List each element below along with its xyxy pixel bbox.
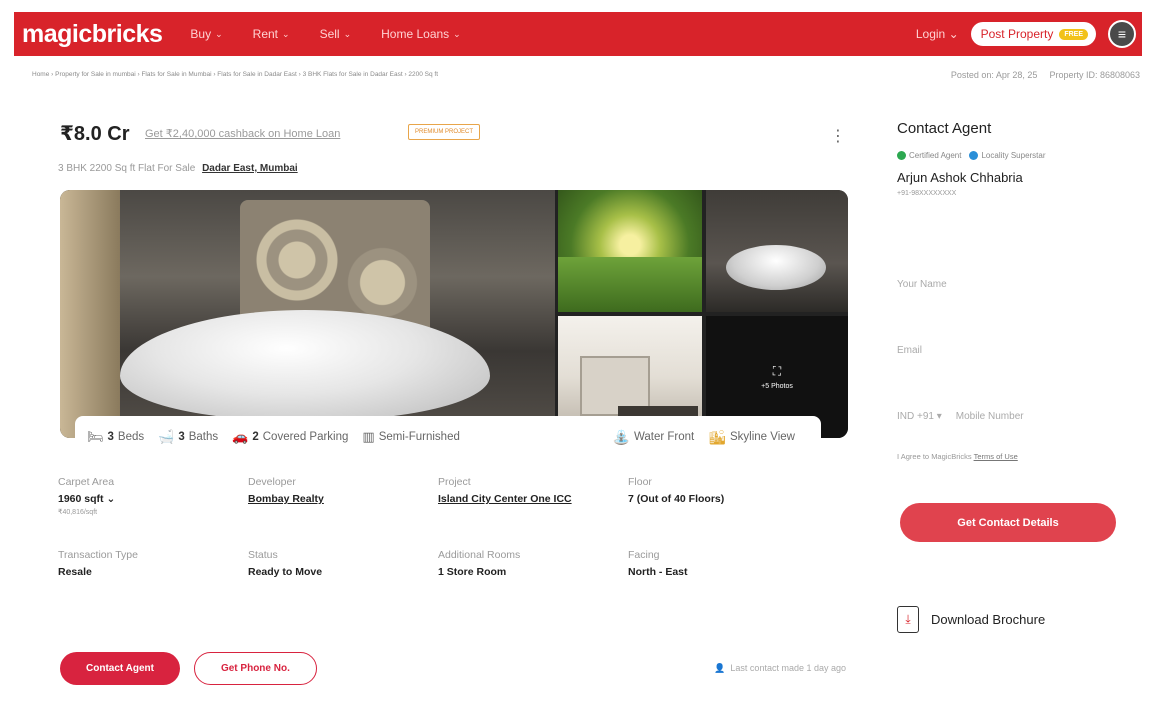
chevron-down-icon: ⌄ xyxy=(343,28,352,39)
water-icon: ⛲ xyxy=(612,428,630,445)
listing-actions: Contact Agent Get Phone No. 👤 Last conta… xyxy=(60,648,846,688)
developer-link[interactable]: Bombay Realty xyxy=(248,493,438,505)
status: Status Ready to Move xyxy=(248,549,323,578)
photo-gallery: ⛶ +5 Photos xyxy=(60,190,848,438)
login-link[interactable]: Login ⌄ xyxy=(916,27,959,41)
agent-phone: +91-98XXXXXXXX xyxy=(897,190,957,197)
project: Project Island City Center One ICC xyxy=(438,476,628,516)
additional-rooms: Additional Rooms 1 Store Room xyxy=(438,549,521,578)
last-contact-info: 👤 Last contact made 1 day ago xyxy=(714,662,846,674)
nav-rent[interactable]: Rent ⌄ xyxy=(253,27,290,41)
image-icon: ⛶ xyxy=(772,364,782,378)
download-icon: ⤓ xyxy=(897,606,919,633)
get-contact-details-button[interactable]: Get Contact Details xyxy=(900,503,1116,542)
nav-sell[interactable]: Sell ⌄ xyxy=(320,27,352,41)
bed-icon: 🛏 xyxy=(87,429,104,444)
country-code-select[interactable]: IND +91 ▾ xyxy=(897,411,942,422)
main-nav: Buy ⌄ Rent ⌄ Sell ⌄ Home Loans ⌄ xyxy=(190,27,460,41)
certified-badge: Certified Agent xyxy=(897,151,961,161)
contact-panel-title: Contact Agent xyxy=(897,120,992,137)
property-details: Carpet Area 1960 sqft ⌄ ₹40,816/sqft Dev… xyxy=(58,476,818,611)
floor: Floor 7 (Out of 40 Floors) xyxy=(628,476,725,505)
listing-price: ₹8.0 Cr xyxy=(60,123,130,145)
listing-meta: Posted on: Apr 28, 25 Property ID: 86808… xyxy=(951,70,1140,80)
listing-subtitle: 3 BHK 2200 Sq ft Flat For Sale Dadar Eas… xyxy=(58,163,298,174)
bath-icon: 🛁 xyxy=(158,429,175,444)
furniture-icon: ▥ xyxy=(362,429,375,444)
photo-thumbnail[interactable] xyxy=(558,190,702,312)
main-photo[interactable] xyxy=(60,190,555,438)
hamburger-icon[interactable]: ≡ xyxy=(1108,20,1136,48)
developer: Developer Bombay Realty xyxy=(248,476,438,516)
top-navbar: magicbricks Buy ⌄ Rent ⌄ Sell ⌄ Home Loans ⌄… xyxy=(14,12,1142,56)
chevron-down-icon: ⌄ xyxy=(948,27,959,41)
carpet-area: Carpet Area 1960 sqft ⌄ ₹40,816/sqft xyxy=(58,476,116,516)
chevron-down-icon: ⌄ xyxy=(453,28,461,39)
furnishing-info: ▥ Semi-Furnished xyxy=(362,429,460,444)
user-icon: 👤 xyxy=(714,662,726,673)
parking-info: 🚗 2 Covered Parking xyxy=(232,429,349,444)
chevron-down-icon: ⌄ xyxy=(282,28,290,39)
more-options-icon[interactable]: ⋮ xyxy=(830,126,846,146)
breadcrumb[interactable]: Home › Property for Sale in mumbai › Fla… xyxy=(32,71,438,78)
email-field[interactable]: Email xyxy=(897,345,1117,356)
photo-thumbnail[interactable] xyxy=(706,190,848,312)
property-id: Property ID: 86808063 xyxy=(1049,70,1140,80)
posted-date: Posted on: Apr 28, 25 xyxy=(950,70,1038,80)
terms-text: I Agree to MagicBricks Terms of Use xyxy=(897,452,1018,461)
contact-agent-button[interactable]: Contact Agent xyxy=(60,651,180,685)
caret-down-icon: ▾ xyxy=(936,411,942,422)
chevron-down-icon: ⌄ xyxy=(106,493,116,505)
beds-info: 🛏 3 Beds xyxy=(87,429,145,444)
nav-buy[interactable]: Buy ⌄ xyxy=(190,27,222,41)
skyline-icon: 🏙 xyxy=(708,428,726,445)
header-actions: Login ⌄ Post Property FREE ≡ xyxy=(916,20,1136,48)
premium-badge: PREMIUM PROJECT xyxy=(408,124,481,140)
agent-name: Arjun Ashok Chhabria xyxy=(897,170,1023,185)
download-brochure-button[interactable]: ⤓ Download Brochure xyxy=(897,606,1045,633)
transaction-type: Transaction Type Resale xyxy=(58,549,138,578)
name-field[interactable]: Your Name xyxy=(897,279,1117,290)
get-phone-button[interactable]: Get Phone No. xyxy=(193,651,317,685)
site-logo[interactable]: magicbricks xyxy=(22,20,163,49)
car-icon: 🚗 xyxy=(232,429,249,444)
cashback-link[interactable]: Get ₹2,40,000 cashback on Home Loan xyxy=(145,127,340,140)
star-icon xyxy=(969,151,979,161)
nav-home-loans[interactable]: Home Loans ⌄ xyxy=(381,27,461,41)
agent-badges: Certified Agent Locality Superstar xyxy=(897,151,1046,161)
post-property-button[interactable]: Post Property FREE xyxy=(970,22,1096,46)
mobile-input[interactable]: Mobile Number xyxy=(956,411,1024,422)
chevron-down-icon: ⌄ xyxy=(215,28,223,39)
locality-badge: Locality Superstar xyxy=(969,151,1046,161)
free-badge: FREE xyxy=(1059,28,1088,40)
project-link[interactable]: Island City Center One ICC xyxy=(438,493,628,505)
amenities-bar: 🛏 3 Beds 🛁 3 Baths 🚗 2 Covered Parking ▥ Semi-F… xyxy=(75,416,821,458)
water-front-info: ⛲ Water Front xyxy=(612,428,695,445)
mobile-field: IND +91 ▾ Mobile Number xyxy=(897,411,1117,422)
baths-info: 🛁 3 Baths xyxy=(158,429,219,444)
check-icon xyxy=(897,151,906,161)
facing: Facing North - East xyxy=(628,549,688,578)
skyline-info: 🏙 Skyline View xyxy=(708,428,795,445)
location-link[interactable]: Dadar East, Mumbai xyxy=(202,163,298,174)
terms-link[interactable]: Terms of Use xyxy=(974,452,1018,461)
